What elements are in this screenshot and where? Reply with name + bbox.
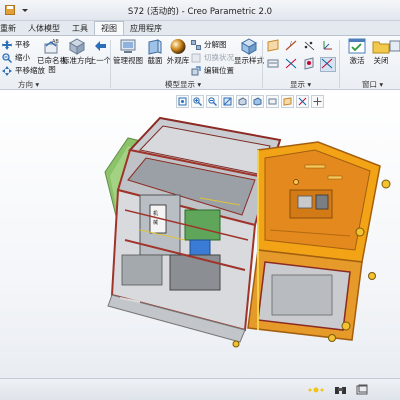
display-style-icon — [240, 38, 258, 55]
exploded-view-label: 分解图 — [204, 40, 227, 49]
dot-indicator — [308, 386, 324, 394]
point-display-icon[interactable] — [302, 39, 318, 54]
3d-notes-icon[interactable] — [320, 57, 336, 72]
refit-icon[interactable] — [176, 95, 189, 108]
datum-display-icon[interactable] — [281, 95, 294, 108]
window-more[interactable] — [388, 38, 400, 56]
pan-zoom-icon — [2, 65, 12, 76]
ribbon-group-labels: 方向 ▾ 模型显示 ▾ 显示 ▾ 窗口 ▾ — [0, 78, 400, 90]
tab-manikin[interactable]: 人体模型 — [22, 22, 66, 35]
display-style-button[interactable]: 显示样式 — [234, 38, 264, 65]
activate-window-icon — [348, 38, 366, 55]
status-bar — [0, 378, 400, 400]
toggle-status-label: 切换状况 — [204, 53, 234, 62]
edit-position-button[interactable]: 编辑位置 — [191, 65, 234, 76]
group-label-orientation[interactable]: 方向 ▾ — [18, 79, 39, 90]
spin-center-icon[interactable] — [284, 57, 300, 72]
annotations-toolbar-icon[interactable] — [296, 95, 309, 108]
zoom-in-icon[interactable] — [191, 95, 204, 108]
saved-orientations-icon[interactable] — [236, 95, 249, 108]
exploded-view-icon — [191, 39, 201, 50]
appearance-label: 外观库 — [166, 56, 190, 65]
appearance-gallery-button[interactable]: 外观库 — [163, 38, 193, 65]
edit-position-label: 编辑位置 — [204, 66, 234, 75]
display-style-label: 显示样式 — [234, 56, 264, 65]
manage-views-icon — [119, 38, 137, 55]
title-bar: S72 (活动的) - Creo Parametric 2.0 — [0, 0, 400, 21]
group-label-window[interactable]: 窗口 ▾ — [362, 79, 383, 90]
exploded-view-button[interactable]: 分解图 — [191, 39, 227, 50]
group-label-show[interactable]: 显示 ▾ — [290, 79, 311, 90]
view-manager-icon[interactable] — [266, 95, 279, 108]
manage-views-button[interactable]: 管理视图 — [113, 38, 143, 65]
display-style-toolbar-icon[interactable] — [251, 95, 264, 108]
show-toggles: / — [266, 39, 336, 72]
edit-position-icon — [191, 65, 201, 76]
standard-orientation-icon — [68, 38, 86, 55]
tab-view[interactable]: 视图 — [94, 21, 124, 35]
tab-tools[interactable]: 工具 — [66, 22, 94, 35]
window-title: S72 (活动的) - Creo Parametric 2.0 — [127, 7, 273, 17]
pan-icon — [2, 39, 12, 50]
find-binoculars-icon[interactable] — [334, 384, 347, 397]
repaint-icon[interactable] — [221, 95, 234, 108]
section-label: 截面 — [147, 56, 163, 65]
annotation-display-icon[interactable] — [266, 57, 282, 72]
graphics-window[interactable] — [0, 90, 400, 378]
pan-button[interactable]: 平移 — [2, 39, 30, 50]
layers-display-icon[interactable] — [302, 57, 318, 72]
toggle-status-button[interactable]: 切换状况 — [191, 52, 234, 63]
previous-view-icon — [91, 38, 109, 55]
close-label: 关闭 — [373, 56, 389, 65]
spin-center-toolbar-icon[interactable] — [311, 95, 324, 108]
zoom-out-button[interactable]: 缩小 — [2, 52, 30, 63]
ribbon-tabs: 重新 人体模型 工具 视图 应用程序 — [0, 21, 400, 36]
saved-views-icon: AB — [43, 38, 61, 55]
window-list-icon — [386, 38, 400, 55]
axis-display-icon[interactable]: / — [284, 39, 300, 54]
svg-text:/: / — [290, 41, 292, 47]
zoom-out-toolbar-icon[interactable] — [206, 95, 219, 108]
manage-views-label: 管理视图 — [113, 56, 143, 65]
graphics-toolbar — [176, 95, 324, 110]
appearance-sphere-icon — [169, 38, 187, 55]
section-icon — [146, 38, 164, 55]
activate-label: 激活 — [349, 56, 365, 65]
plane-display-icon[interactable] — [266, 39, 282, 54]
toggle-status-icon — [191, 53, 201, 63]
zoom-out-icon — [2, 52, 13, 63]
group-label-model-display[interactable]: 模型显示 ▾ — [165, 79, 201, 90]
selection-filter-icon[interactable] — [356, 384, 369, 397]
tab-refit[interactable]: 重新 — [0, 22, 22, 35]
pan-label: 平移 — [15, 40, 30, 49]
tab-applications[interactable]: 应用程序 — [124, 22, 168, 35]
csys-display-icon[interactable] — [320, 39, 336, 54]
zoom-out-label: 缩小 — [15, 53, 30, 62]
previous-view-label: 上一个 — [88, 56, 112, 65]
svg-text:AB: AB — [52, 39, 59, 45]
